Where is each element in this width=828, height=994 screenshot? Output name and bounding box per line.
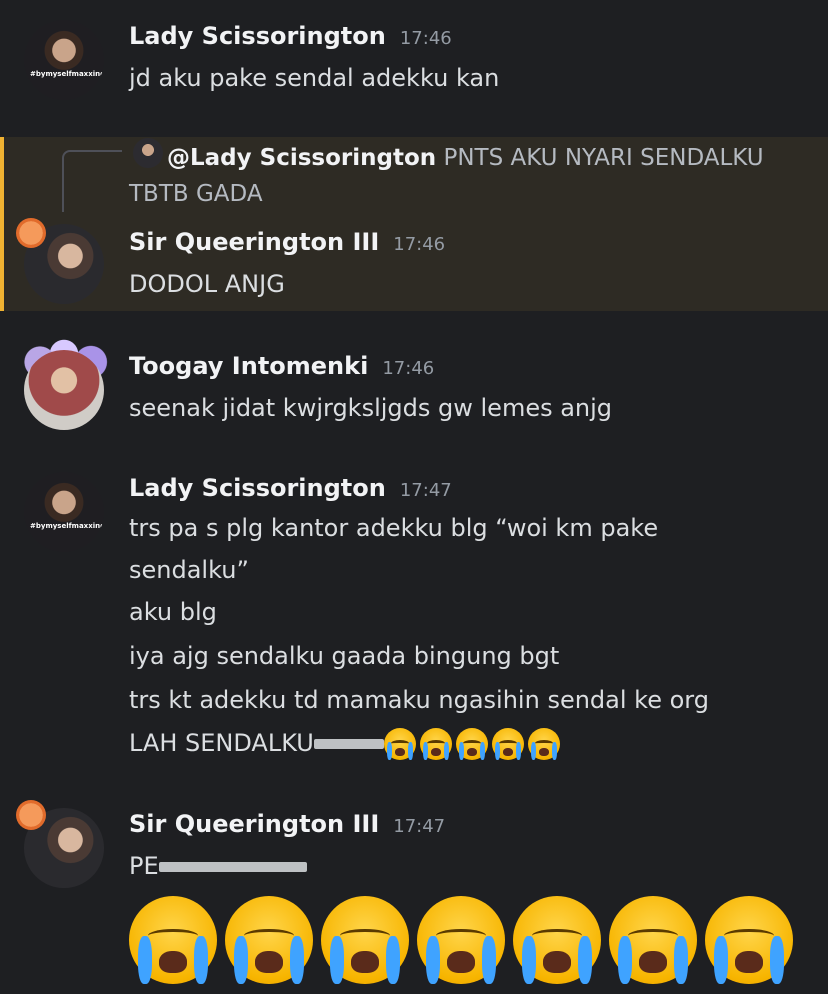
avatar-decoration-icon [16, 218, 46, 248]
timestamp: 17:46 [393, 234, 446, 255]
avatar-caption: #bymyselfmaxxing [30, 70, 104, 78]
message-text: DODOL ANJG [129, 270, 285, 298]
loudly-crying-face-icon[interactable] [491, 728, 524, 760]
inline-emoji-row [383, 728, 564, 760]
message-text: sendalku” [129, 556, 249, 584]
loudly-crying-face-icon[interactable] [609, 896, 697, 984]
reply-text-line1: PNTS AKU NYARI SENDALKU [443, 145, 764, 171]
censor-bar [158, 862, 307, 872]
loudly-crying-face-icon[interactable] [455, 728, 488, 760]
message-text: LAH SENDALKU [129, 729, 314, 757]
author-label[interactable]: Toogay Intomenki [129, 352, 368, 380]
timestamp: 17:46 [382, 358, 435, 379]
author-label[interactable]: Lady Scissorington [129, 474, 386, 502]
avatar-decoration-icon [16, 800, 46, 830]
message-text-with-emoji: LAH SENDALKU [129, 728, 564, 760]
message-text: iya ajg sendalku gaada bingung bgt [129, 642, 560, 670]
message-text: seenak jidat kwjrgksljgds gw lemes anjg [129, 394, 613, 422]
author-name[interactable]: Toogay Intomenki 17:46 [129, 352, 434, 380]
avatar-lady-scissorington[interactable]: #bymyselfmaxxing [24, 20, 104, 100]
reply-connector [62, 150, 122, 212]
message-text: trs pa s plg kantor adekku blg “woi km p… [129, 514, 659, 542]
loudly-crying-face-icon[interactable] [225, 896, 313, 984]
loudly-crying-face-icon[interactable] [383, 728, 416, 760]
loudly-crying-face-icon[interactable] [321, 896, 409, 984]
loudly-crying-face-icon[interactable] [513, 896, 601, 984]
author-label[interactable]: Sir Queerington III [129, 810, 379, 838]
timestamp: 17:46 [399, 28, 452, 49]
message-text-visible: PE [129, 852, 159, 880]
author-name[interactable]: Sir Queerington III 17:46 [129, 228, 445, 256]
author-label[interactable]: Lady Scissorington [129, 22, 386, 50]
jumbo-emoji-row [129, 896, 801, 984]
message-text: jd aku pake sendal adekku kan [129, 64, 500, 92]
message-text: PE [129, 852, 307, 880]
author-name[interactable]: Lady Scissorington 17:46 [129, 22, 452, 50]
censor-bar [313, 739, 384, 749]
loudly-crying-face-icon[interactable] [527, 728, 560, 760]
author-label[interactable]: Sir Queerington III [129, 228, 379, 256]
message-text: aku blg [129, 598, 217, 626]
author-name[interactable]: Lady Scissorington 17:47 [129, 474, 452, 502]
loudly-crying-face-icon[interactable] [417, 896, 505, 984]
timestamp: 17:47 [399, 480, 452, 501]
reply-text-line2: TBTB GADA [129, 181, 263, 207]
reply-mention[interactable]: @Lady Scissorington [167, 145, 436, 171]
avatar-toogay[interactable] [24, 350, 104, 430]
author-name[interactable]: Sir Queerington III 17:47 [129, 810, 445, 838]
reply-preview[interactable]: @Lady Scissorington PNTS AKU NYARI SENDA… [129, 140, 809, 212]
loudly-crying-face-icon[interactable] [705, 896, 793, 984]
message-text: trs kt adekku td mamaku ngasihin sendal … [129, 686, 709, 714]
loudly-crying-face-icon[interactable] [129, 896, 217, 984]
avatar-caption: #bymyselfmaxxing [30, 522, 104, 530]
timestamp: 17:47 [393, 816, 446, 837]
avatar-lady-scissorington[interactable]: #bymyselfmaxxing [24, 472, 104, 552]
loudly-crying-face-icon[interactable] [419, 728, 452, 760]
